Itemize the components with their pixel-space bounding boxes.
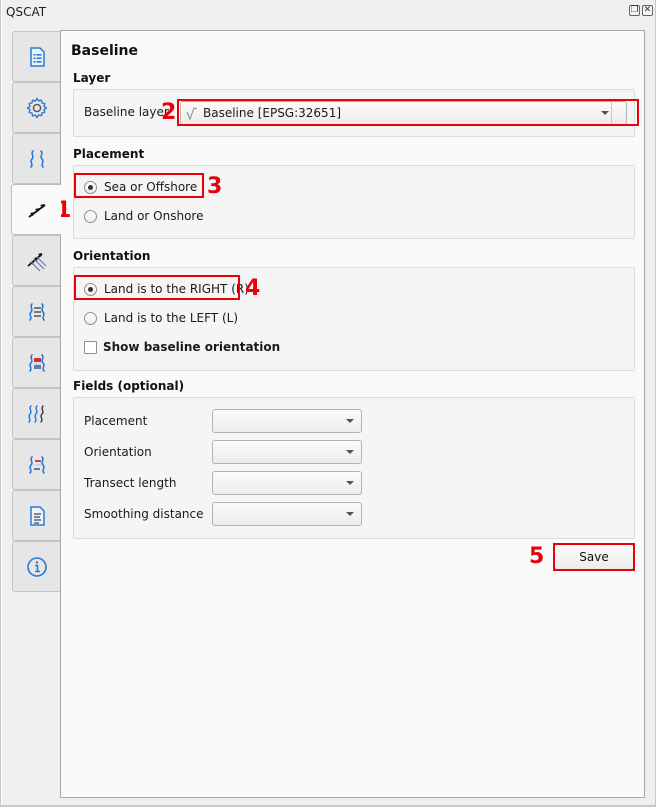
tab-area-change[interactable] [12, 337, 60, 388]
orientation-section-label: Orientation [73, 249, 151, 263]
area-change-icon [28, 353, 45, 372]
tab-automator[interactable] [12, 82, 60, 133]
baseline-layer-combo[interactable]: Baseline [EPSG:32651] [180, 101, 627, 125]
placement-section-label: Placement [73, 147, 145, 161]
chevron-down-icon [346, 419, 354, 423]
radio-land-right-label[interactable]: Land is to the RIGHT (R) [104, 282, 249, 296]
shoreline-waves-icon [29, 149, 44, 168]
annotation-number-5: 5 [529, 544, 545, 569]
field-transect-length-combo[interactable] [212, 471, 362, 495]
fields-section-label: Fields (optional) [73, 379, 185, 393]
chevron-down-icon [346, 450, 354, 454]
forecasting-waves-icon [27, 404, 44, 423]
baseline-arrows-icon [27, 203, 46, 218]
chevron-down-icon [346, 512, 354, 516]
radio-land-onshore-label[interactable]: Land or Onshore [104, 209, 203, 223]
field-placement-label: Placement [84, 414, 148, 428]
annotation-number-4: 4 [245, 276, 261, 301]
combo-separator [611, 102, 612, 124]
tab-summary-reports[interactable] [12, 490, 60, 541]
tab-shoreline-change[interactable] [12, 286, 60, 337]
orientation-group: Land is to the RIGHT (R) Land is to the … [73, 267, 635, 371]
baseline-layer-label: Baseline layer [84, 105, 169, 119]
save-button[interactable]: Save [554, 544, 634, 570]
chevron-down-icon [346, 481, 354, 485]
annotation-number-2: 2 [161, 100, 177, 125]
radio-land-left[interactable] [84, 312, 97, 325]
gear-icon [26, 97, 47, 118]
baseline-layer-value: Baseline [EPSG:32651] [203, 106, 342, 120]
tab-project-settings[interactable] [12, 31, 60, 82]
show-orientation-checkbox[interactable] [84, 341, 97, 354]
float-icon[interactable]: ❐ [629, 5, 640, 16]
field-orientation-label: Orientation [84, 445, 152, 459]
show-orientation-label[interactable]: Show baseline orientation [103, 340, 280, 354]
dock-title: QSCAT [6, 5, 47, 19]
tab-forecasting[interactable] [12, 388, 60, 439]
transects-arrows-icon [26, 252, 46, 271]
radio-sea-offshore[interactable] [84, 181, 97, 194]
field-smoothing-distance-combo[interactable] [212, 502, 362, 526]
radio-land-left-label[interactable]: Land is to the LEFT (L) [104, 311, 238, 325]
field-placement-combo[interactable] [212, 409, 362, 433]
layer-section-label: Layer [73, 71, 111, 85]
line-layer-icon [186, 107, 198, 120]
fields-group: Placement Orientation Transect length Sm… [73, 397, 635, 539]
placement-group: Sea or Offshore Land or Onshore [73, 165, 635, 239]
visualization-icon [28, 455, 45, 474]
baseline-panel: Baseline Layer Baseline layer Baseline [… [60, 30, 645, 798]
tab-about[interactable] [12, 541, 60, 592]
close-icon[interactable]: ✕ [642, 5, 653, 16]
layer-group: Baseline layer Baseline [EPSG:32651] [73, 89, 635, 137]
field-transect-length-label: Transect length [84, 476, 177, 490]
field-orientation-combo[interactable] [212, 440, 362, 464]
tab-visualization[interactable] [12, 439, 60, 490]
radio-land-onshore[interactable] [84, 210, 97, 223]
page-title: Baseline [71, 43, 139, 59]
tab-transects[interactable] [12, 235, 60, 286]
radio-land-right[interactable] [84, 283, 97, 296]
dock-titlebar: QSCAT ❐ ✕ [2, 0, 656, 24]
field-smoothing-distance-label: Smoothing distance [84, 507, 204, 521]
list-document-icon [29, 46, 45, 67]
report-document-icon [29, 505, 45, 526]
tab-shorelines[interactable] [12, 133, 60, 184]
shoreline-change-icon [28, 302, 45, 321]
tab-baseline[interactable] [11, 184, 61, 235]
info-icon [26, 556, 47, 577]
radio-sea-offshore-label[interactable]: Sea or Offshore [104, 180, 197, 194]
annotation-number-3: 3 [207, 174, 223, 199]
chevron-down-icon [601, 111, 609, 115]
